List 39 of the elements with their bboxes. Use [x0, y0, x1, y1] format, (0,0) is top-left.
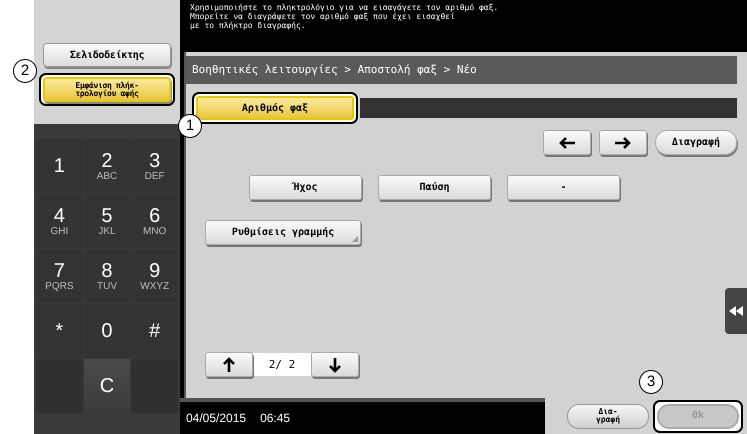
down-arrow-icon — [328, 356, 342, 372]
keyboard-button[interactable]: Εμφάνιση πλήκ- τρολογίου αφής — [43, 77, 171, 102]
corner-mark — [352, 236, 358, 242]
keypad-key[interactable]: * — [36, 304, 83, 358]
fax-number-button[interactable]: Αριθμός φαξ — [196, 96, 354, 120]
keypad-key[interactable]: 7 PQRS — [36, 249, 83, 303]
keypad-key[interactable]: 4 GHI — [36, 194, 83, 248]
up-arrow-icon — [222, 356, 236, 372]
keypad-key[interactable]: 8 TUV — [84, 249, 130, 303]
left-arrow-icon — [557, 134, 577, 150]
page-up-button[interactable] — [205, 352, 253, 377]
keypad-key[interactable]: 9 WXYZ — [131, 249, 178, 303]
cursor-button[interactable] — [599, 130, 647, 155]
fax-number-field[interactable] — [360, 98, 737, 118]
callout-number: 2 — [13, 59, 37, 83]
cursor-button[interactable] — [543, 130, 591, 155]
symbol-button[interactable]: Ήχος — [249, 175, 362, 200]
delete-button[interactable]: Δια- γραφή — [567, 404, 649, 428]
right-arrow-icon — [613, 134, 633, 150]
keypad-key[interactable]: 2 ABC — [84, 139, 130, 193]
keypad-key[interactable]: 5 JKL — [84, 194, 130, 248]
keypad-key[interactable]: 1 — [36, 139, 83, 193]
instruction-text: Χρησιμοποιήστε το πληκτρολόγιο για να εισαγάγετε τον αριθμό φαξ. Μπορείτε να διαγράψετε τον αριθμό φαξ που έχει εισαχθεί με το πλήκτρο διαγραφής. — [190, 3, 500, 30]
keypad-key[interactable]: 0 — [84, 304, 130, 358]
keypad-key[interactable]: 6 MNO — [131, 194, 178, 248]
side-panel-tab[interactable] — [725, 288, 747, 334]
page-down-button[interactable] — [311, 352, 359, 377]
page-indicator: 2/ 2 — [253, 353, 311, 376]
breadcrumb: Βοηθητικές λειτουργίες > Αποστολή φαξ > Νέο — [186, 56, 737, 84]
symbol-button[interactable]: Παύση — [378, 175, 491, 200]
line-settings-button[interactable]: Ρυθμίσεις γραμμής — [205, 220, 361, 245]
date-text: 04/05/2015 — [186, 411, 246, 425]
keypad-key[interactable]: # — [131, 304, 178, 358]
delete-button[interactable]: Διαγραφή — [655, 130, 737, 155]
keypad-key[interactable]: 3 DEF — [131, 139, 178, 193]
keyboard-button[interactable]: Σελιδοδείκτης — [43, 43, 171, 67]
double-left-arrow-icon — [729, 306, 743, 316]
time-text: 06:45 — [260, 411, 290, 425]
symbol-button[interactable]: - — [507, 175, 620, 200]
